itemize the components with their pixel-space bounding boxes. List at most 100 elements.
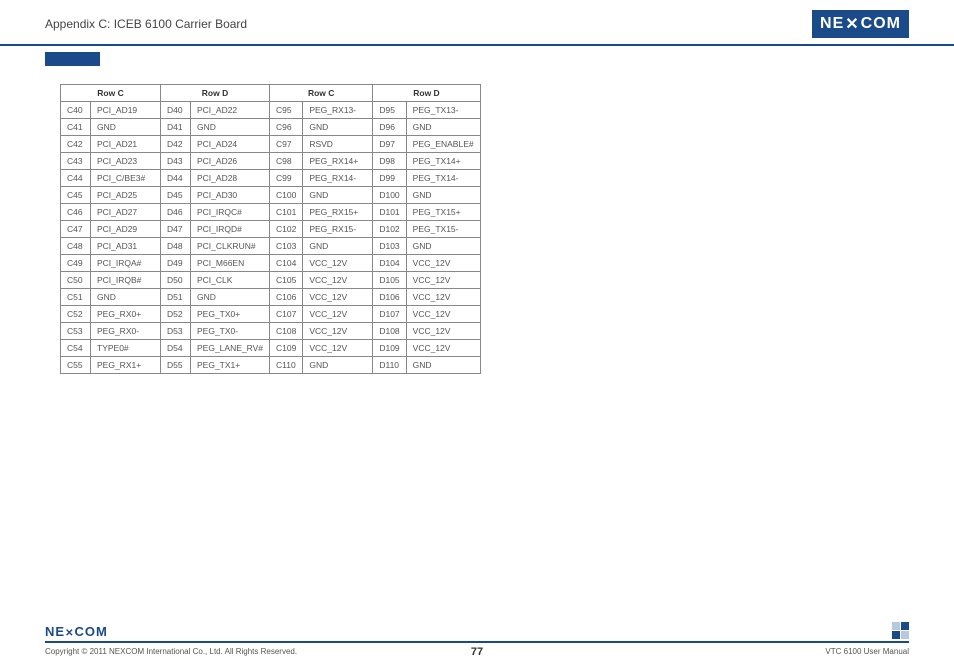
pin-cell: C53 bbox=[61, 323, 91, 340]
pin-cell: C52 bbox=[61, 306, 91, 323]
pin-cell: C51 bbox=[61, 289, 91, 306]
pin-cell: D109 bbox=[373, 340, 406, 357]
pin-cell: C106 bbox=[270, 289, 303, 306]
signal-cell: PEG_RX13- bbox=[303, 102, 373, 119]
signal-cell: VCC_12V bbox=[406, 255, 480, 272]
table-body: C40PCI_AD19D40PCI_AD22C95PEG_RX13-D95PEG… bbox=[61, 102, 481, 374]
pin-cell: D52 bbox=[161, 306, 191, 323]
table-row: C49PCI_IRQA#D49PCI_M66ENC104VCC_12VD104V… bbox=[61, 255, 481, 272]
pin-cell: D105 bbox=[373, 272, 406, 289]
pin-cell: C46 bbox=[61, 204, 91, 221]
pin-cell: D99 bbox=[373, 170, 406, 187]
pin-cell: C47 bbox=[61, 221, 91, 238]
signal-cell: PEG_RX0- bbox=[91, 323, 161, 340]
pin-cell: D48 bbox=[161, 238, 191, 255]
footer-logo: NE✕COM bbox=[45, 624, 108, 639]
signal-cell: VCC_12V bbox=[406, 272, 480, 289]
table-row: C51GNDD51GNDC106VCC_12VD106VCC_12V bbox=[61, 289, 481, 306]
pin-cell: C54 bbox=[61, 340, 91, 357]
pin-cell: C103 bbox=[270, 238, 303, 255]
signal-cell: VCC_12V bbox=[406, 323, 480, 340]
signal-cell: PCI_C/BE3# bbox=[91, 170, 161, 187]
signal-cell: PCI_AD29 bbox=[91, 221, 161, 238]
signal-cell: PCI_AD21 bbox=[91, 136, 161, 153]
pin-cell: C109 bbox=[270, 340, 303, 357]
pin-cell: C99 bbox=[270, 170, 303, 187]
table-row: C41GNDD41GNDC96GNDD96GND bbox=[61, 119, 481, 136]
pin-cell: C102 bbox=[270, 221, 303, 238]
pin-cell: C49 bbox=[61, 255, 91, 272]
signal-cell: PCI_IRQD# bbox=[191, 221, 270, 238]
signal-cell: PCI_M66EN bbox=[191, 255, 270, 272]
pin-cell: D101 bbox=[373, 204, 406, 221]
pin-cell: C110 bbox=[270, 357, 303, 374]
signal-cell: GND bbox=[91, 119, 161, 136]
pin-cell: D110 bbox=[373, 357, 406, 374]
footer-divider bbox=[45, 641, 909, 643]
table-header-row: Row C Row D Row C Row D bbox=[61, 85, 481, 102]
header-title: Appendix C: ICEB 6100 Carrier Board bbox=[45, 17, 247, 31]
brand-logo: NE✕COM bbox=[812, 10, 909, 38]
signal-cell: PEG_RX14+ bbox=[303, 153, 373, 170]
pin-cell: C98 bbox=[270, 153, 303, 170]
pin-cell: C55 bbox=[61, 357, 91, 374]
pin-cell: D97 bbox=[373, 136, 406, 153]
table-row: C54TYPE0#D54PEG_LANE_RV#C109VCC_12VD109V… bbox=[61, 340, 481, 357]
table-row: C47PCI_AD29D47PCI_IRQD#C102PEG_RX15-D102… bbox=[61, 221, 481, 238]
pin-cell: D45 bbox=[161, 187, 191, 204]
col-header: Row D bbox=[373, 85, 480, 102]
signal-cell: PEG_TX15+ bbox=[406, 204, 480, 221]
pin-cell: D95 bbox=[373, 102, 406, 119]
pin-cell: D108 bbox=[373, 323, 406, 340]
signal-cell: PEG_TX1+ bbox=[191, 357, 270, 374]
signal-cell: PCI_IRQA# bbox=[91, 255, 161, 272]
signal-cell: PCI_CLKRUN# bbox=[191, 238, 270, 255]
pin-cell: D100 bbox=[373, 187, 406, 204]
pin-cell: D42 bbox=[161, 136, 191, 153]
table-row: C40PCI_AD19D40PCI_AD22C95PEG_RX13-D95PEG… bbox=[61, 102, 481, 119]
pin-cell: D103 bbox=[373, 238, 406, 255]
signal-cell: GND bbox=[406, 187, 480, 204]
signal-cell: VCC_12V bbox=[303, 289, 373, 306]
pin-cell: C45 bbox=[61, 187, 91, 204]
signal-cell: PEG_RX15- bbox=[303, 221, 373, 238]
signal-cell: PCI_AD23 bbox=[91, 153, 161, 170]
table-row: C50PCI_IRQB#D50PCI_CLKC105VCC_12VD105VCC… bbox=[61, 272, 481, 289]
pin-cell: C41 bbox=[61, 119, 91, 136]
signal-cell: PCI_AD25 bbox=[91, 187, 161, 204]
col-header: Row D bbox=[161, 85, 270, 102]
col-header: Row C bbox=[270, 85, 373, 102]
signal-cell: TYPE0# bbox=[91, 340, 161, 357]
signal-cell: PEG_LANE_RV# bbox=[191, 340, 270, 357]
table-head: Row C Row D Row C Row D bbox=[61, 85, 481, 102]
signal-cell: GND bbox=[191, 119, 270, 136]
footer-logo-row: NE✕COM bbox=[45, 622, 909, 639]
page-footer: NE✕COM Copyright © 2011 NEXCOM Internati… bbox=[45, 622, 909, 656]
signal-cell: VCC_12V bbox=[406, 289, 480, 306]
col-header: Row C bbox=[61, 85, 161, 102]
pin-cell: C48 bbox=[61, 238, 91, 255]
pin-cell: C40 bbox=[61, 102, 91, 119]
table-row: C45PCI_AD25D45PCI_AD30C100GNDD100GND bbox=[61, 187, 481, 204]
signal-cell: PEG_RX15+ bbox=[303, 204, 373, 221]
pin-cell: D47 bbox=[161, 221, 191, 238]
signal-cell: PCI_AD22 bbox=[191, 102, 270, 119]
signal-cell: PCI_AD28 bbox=[191, 170, 270, 187]
pin-cell: D40 bbox=[161, 102, 191, 119]
pin-cell: D98 bbox=[373, 153, 406, 170]
footer-text-row: Copyright © 2011 NEXCOM International Co… bbox=[45, 647, 909, 656]
pin-cell: D96 bbox=[373, 119, 406, 136]
signal-cell: PCI_AD30 bbox=[191, 187, 270, 204]
signal-cell: PCI_CLK bbox=[191, 272, 270, 289]
table-row: C55PEG_RX1+D55PEG_TX1+C110GNDD110GND bbox=[61, 357, 481, 374]
pin-cell: C101 bbox=[270, 204, 303, 221]
signal-cell: PCI_AD19 bbox=[91, 102, 161, 119]
pin-cell: C107 bbox=[270, 306, 303, 323]
signal-cell: PCI_IRQC# bbox=[191, 204, 270, 221]
signal-cell: VCC_12V bbox=[303, 340, 373, 357]
pin-cell: D54 bbox=[161, 340, 191, 357]
pin-cell: C104 bbox=[270, 255, 303, 272]
signal-cell: PEG_TX0+ bbox=[191, 306, 270, 323]
signal-cell: PEG_TX14+ bbox=[406, 153, 480, 170]
signal-cell: PEG_TX13- bbox=[406, 102, 480, 119]
